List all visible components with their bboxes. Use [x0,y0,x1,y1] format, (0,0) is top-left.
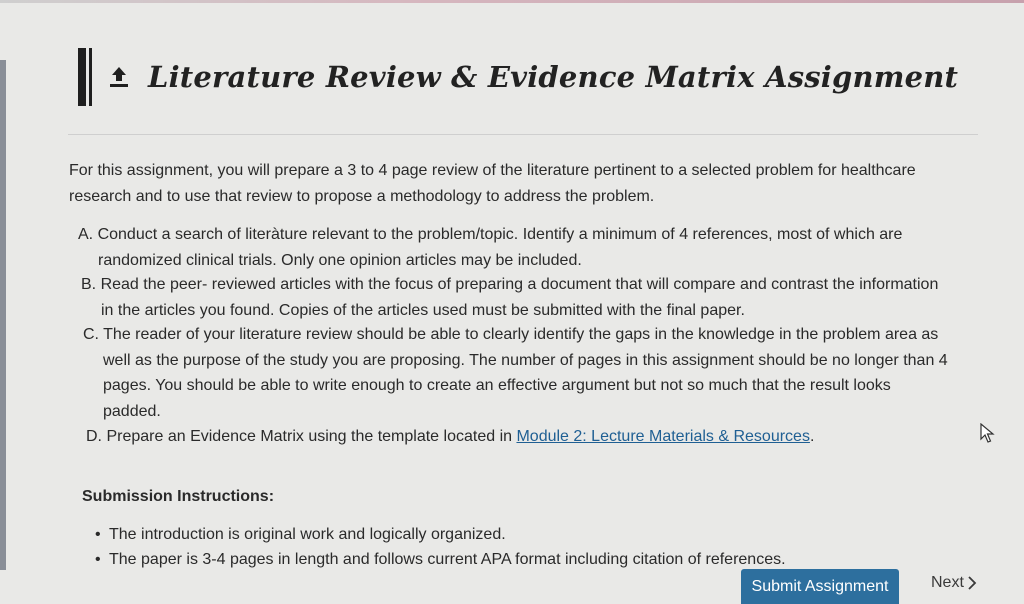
list-item: The introduction is original work and lo… [95,522,786,547]
intro-paragraph: For this assignment, you will prepare a … [69,158,969,210]
list-item-text: Prepare an Evidence Matrix using the tem… [106,428,517,445]
next-label: Next [931,574,964,591]
list-item-letter: C. [83,326,99,343]
list-item-text: padded. [103,402,161,420]
top-accent-strip [0,0,1024,3]
list-item-letter: D. [86,428,102,445]
list-item-b: B. Read the peer- reviewed articles with… [81,272,1001,323]
list-item-d: D. Prepare an Evidence Matrix using the … [86,424,966,450]
list-item-text: Conduct a search of literàture relevant … [97,226,903,243]
title-accent-bar [78,48,86,106]
page-title: Literature Review & Evidence Matrix Assi… [148,60,959,94]
list-item-text-end: . [809,428,815,445]
list-item-text: in the articles you found. Copies of the… [101,301,745,319]
submission-list: The introduction is original work and lo… [95,522,786,572]
list-item-letter: A. [78,226,94,243]
title-accent-bar-thin [89,48,92,106]
left-edge-bar [0,60,6,570]
module-2-link[interactable]: Module 2: Lecture Materials & Resources [516,428,809,445]
list-item-letter: B. [81,276,97,293]
list-item-a: A. Conduct a search of literàture releva… [78,222,978,273]
list-item: The paper is 3-4 pages in length and fol… [95,547,786,572]
list-item-c: C. The reader of your literature review … [83,322,993,424]
next-button[interactable]: Next [931,574,977,592]
submission-heading: Submission Instructions: [82,488,275,505]
list-item-text: well as the purpose of the study you are… [103,351,948,369]
list-item-text: Read the peer- reviewed articles with th… [100,276,939,293]
submit-assignment-button[interactable]: Submit Assignment [741,569,899,604]
chevron-right-icon [967,576,977,590]
intro-line-2: research and to use that review to propo… [69,188,655,205]
upload-icon [106,64,132,90]
intro-line-1: For this assignment, you will prepare a … [69,162,916,179]
list-item-text: pages. You should be able to write enoug… [103,377,891,394]
mouse-cursor-icon [979,422,995,445]
title-block: Literature Review & Evidence Matrix Assi… [78,46,958,108]
title-divider [68,134,978,135]
list-item-text: randomized clinical trials. Only one opi… [98,251,582,269]
list-item-text: The reader of your literature review sho… [103,326,939,343]
